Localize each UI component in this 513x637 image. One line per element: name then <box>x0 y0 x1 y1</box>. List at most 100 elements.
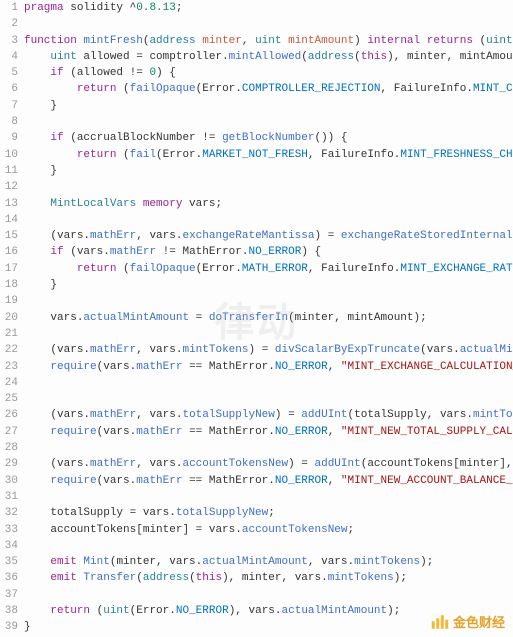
token-keyword: return <box>77 263 123 275</box>
token-punct: ) { <box>156 67 176 79</box>
code-line: return (failOpaque(Error.MATH_ERROR, Fai… <box>24 261 513 277</box>
token-op: = <box>196 524 209 536</box>
token-ident: vars <box>149 458 175 470</box>
line-number: 22 <box>0 342 18 358</box>
token-keyword: this <box>196 572 222 584</box>
token-ident <box>24 426 50 438</box>
token-const: MATH_ERROR <box>242 263 308 275</box>
token-ident: solidity <box>70 2 129 14</box>
line-number: 31 <box>0 489 18 505</box>
token-ident <box>24 83 77 95</box>
token-punct: , <box>328 475 341 487</box>
token-ident: Error <box>202 83 235 95</box>
token-ident <box>24 51 50 63</box>
line-number: 11 <box>0 163 18 179</box>
line-number: 30 <box>0 473 18 489</box>
token-op: == <box>189 475 209 487</box>
token-punct: . <box>466 83 473 95</box>
line-number: 2 <box>0 16 18 32</box>
token-ident <box>24 361 50 373</box>
code-line: } <box>24 277 513 293</box>
token-ident: vars <box>50 312 76 324</box>
token-func: Mint <box>83 556 109 568</box>
token-member: mintTokens <box>473 409 513 421</box>
line-number: 29 <box>0 456 18 472</box>
token-punct: . <box>235 263 242 275</box>
token-ident: allowed <box>83 51 136 63</box>
token-punct: , <box>381 83 394 95</box>
line-number: 20 <box>0 310 18 326</box>
token-punct: . <box>268 426 275 438</box>
token-punct: ) <box>275 409 288 421</box>
token-const: NO_ERROR <box>176 605 229 617</box>
token-ident: minter <box>295 312 335 324</box>
token-punct: . <box>321 572 328 584</box>
token-const: NO_ERROR <box>275 475 328 487</box>
token-ident: Error <box>163 149 196 161</box>
code-line: } <box>24 163 513 179</box>
code-line: function mintFresh(address minter, uint … <box>24 33 513 49</box>
code-line: require(vars.mathErr == MathError.NO_ERR… <box>24 359 513 375</box>
token-punct: . <box>453 344 460 356</box>
token-func: fail <box>130 149 156 161</box>
token-punct: . <box>466 409 473 421</box>
code-line: MintLocalVars memory vars; <box>24 196 513 212</box>
line-number: 27 <box>0 424 18 440</box>
token-punct: . <box>235 524 242 536</box>
token-ident <box>24 605 50 617</box>
token-ident <box>24 572 50 584</box>
token-punct: [ <box>136 524 143 536</box>
token-op: = <box>196 312 209 324</box>
token-punct: , <box>156 556 169 568</box>
token-ident <box>24 312 50 324</box>
token-punct: ( <box>301 51 308 63</box>
token-type: uint <box>255 35 288 47</box>
token-member: mathErr <box>110 246 163 258</box>
line-number: 39 <box>0 619 18 635</box>
token-member: actualMintAmount <box>282 605 388 617</box>
token-ident <box>24 507 50 519</box>
token-punct: . <box>169 605 176 617</box>
token-punct: . <box>275 605 282 617</box>
token-number: 0.8.13 <box>136 2 176 14</box>
token-op: == <box>189 361 209 373</box>
code-line: (vars.mathErr, vars.mintTokens) = divSca… <box>24 342 513 358</box>
token-ident: vars <box>149 230 175 242</box>
token-ident <box>24 149 77 161</box>
token-keyword: if <box>50 67 70 79</box>
token-op: = <box>136 51 149 63</box>
token-type: address <box>149 35 202 47</box>
token-ident: vars <box>57 409 83 421</box>
token-type: address <box>308 51 354 63</box>
code-line <box>24 114 513 130</box>
token-ident <box>24 458 50 470</box>
code-line: (vars.mathErr, vars.exchangeRateMantissa… <box>24 228 513 244</box>
token-func: require <box>50 426 96 438</box>
token-op: = <box>288 409 301 421</box>
token-punct: ; <box>176 2 183 14</box>
token-member: mintTokens <box>182 344 248 356</box>
token-type: uint <box>50 51 83 63</box>
token-punct: ( <box>123 83 130 95</box>
token-member: mathErr <box>136 361 189 373</box>
code-line: return (fail(Error.MARKET_NOT_FRESH, Fai… <box>24 147 513 163</box>
code-line: if (allowed != 0) { <box>24 65 513 81</box>
line-number: 37 <box>0 587 18 603</box>
token-ident: vars <box>440 409 466 421</box>
token-punct: . <box>103 246 110 258</box>
code-viewer: 1234567891011121314151617181920212223242… <box>0 0 513 637</box>
token-punct: ( <box>70 67 77 79</box>
code-line <box>24 293 513 309</box>
line-number: 16 <box>0 244 18 260</box>
token-type: uint <box>103 605 129 617</box>
token-member: actualMintAmount <box>202 556 308 568</box>
token-ident: MathError <box>209 426 268 438</box>
code-line <box>24 587 513 603</box>
token-punct: ), <box>222 572 242 584</box>
token-punct: , <box>136 458 149 470</box>
token-keyword: internal returns <box>367 35 479 47</box>
line-number: 32 <box>0 505 18 521</box>
token-punct: ( <box>354 51 361 63</box>
token-punct: , <box>334 312 347 324</box>
token-op: = <box>262 344 275 356</box>
